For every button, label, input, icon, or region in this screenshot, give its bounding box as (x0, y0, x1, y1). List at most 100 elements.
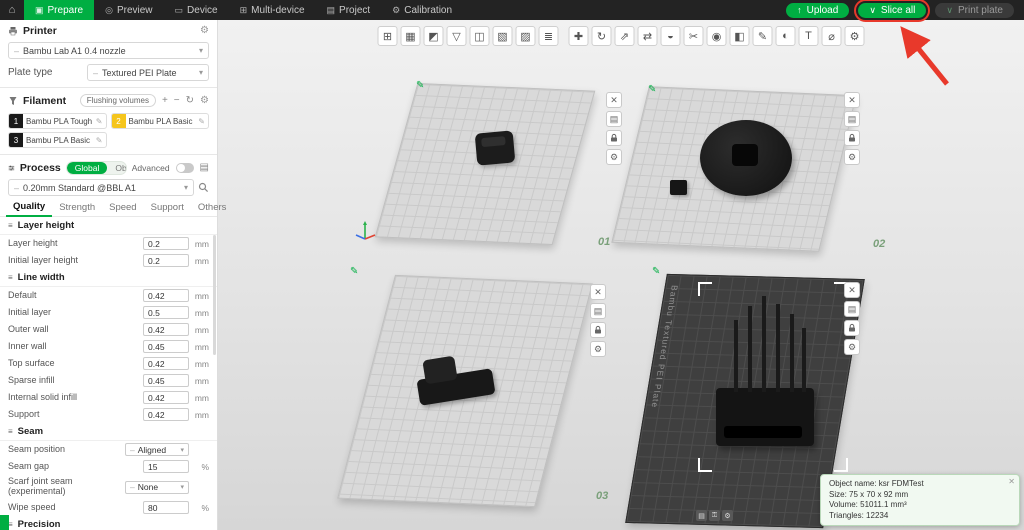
param-input[interactable]: 0.42 (143, 289, 189, 302)
section-layer-height[interactable]: ≡Layer height (0, 217, 217, 235)
plate-gear-icon[interactable]: ⚙ (722, 510, 733, 521)
close-icon[interactable]: ✕ (1008, 477, 1015, 488)
text-tool-icon[interactable]: T (799, 26, 819, 46)
tab-preview[interactable]: ◎Preview (94, 0, 163, 20)
color-painting-icon[interactable]: ◧ (730, 26, 750, 46)
section-precision[interactable]: ≡Precision (0, 516, 217, 530)
param-input[interactable]: 80 (143, 501, 189, 514)
plate-gear-icon[interactable]: ⚙ (844, 339, 860, 355)
tab-speed[interactable]: Speed (102, 202, 143, 216)
param-input[interactable]: 0.45 (143, 374, 189, 387)
tab-calibration[interactable]: ⚙Calibration (381, 0, 463, 20)
filament-settings-icon[interactable]: ⚙ (200, 95, 209, 106)
delete-plate-icon[interactable]: ✕ (844, 92, 860, 108)
mirror-icon[interactable]: ⇄ (638, 26, 658, 46)
filament-1-color-chip[interactable]: 1 (9, 114, 23, 128)
plate-type-select[interactable]: – Textured PEI Plate ▾ (87, 64, 209, 81)
filament-item-1[interactable]: 1 Bambu PLA Tough ✎ (8, 113, 107, 129)
advanced-toggle[interactable] (176, 163, 194, 173)
edit-plate-name-icon[interactable]: ✎ (652, 266, 660, 277)
param-table-icon[interactable]: ▤ (200, 162, 209, 173)
process-preset-select[interactable]: – 0.20mm Standard @BBL A1 ▾ (8, 179, 194, 196)
tab-multi-device[interactable]: ⊞Multi-device (229, 0, 316, 20)
param-input[interactable]: 0.45 (143, 340, 189, 353)
assembly-icon[interactable]: ⚙ (845, 26, 865, 46)
support-painting-icon[interactable]: ✎ (753, 26, 773, 46)
measure-icon[interactable]: ⌀ (822, 26, 842, 46)
seam-position-select[interactable]: –Aligned▾ (125, 443, 189, 456)
section-seam[interactable]: ≡Seam (0, 423, 217, 441)
mesh-boolean-icon[interactable]: ◉ (707, 26, 727, 46)
cut-icon[interactable]: ✂ (684, 26, 704, 46)
tab-quality[interactable]: Quality (6, 201, 52, 217)
plate-settings-icon[interactable]: ▤ (606, 111, 622, 127)
delete-plate-icon[interactable]: ✕ (590, 284, 606, 300)
delete-plate-icon[interactable]: ✕ (844, 282, 860, 298)
seam-painting-icon[interactable]: ◐ (776, 26, 796, 46)
upload-button[interactable]: ↑Upload (786, 3, 849, 18)
tab-device[interactable]: ▭Device (164, 0, 229, 20)
home-button[interactable]: ⌂ (0, 0, 24, 20)
param-input[interactable]: 0.42 (143, 408, 189, 421)
plate-gear-icon[interactable]: ⚙ (606, 149, 622, 165)
flushing-volumes-button[interactable]: Flushing volumes (80, 94, 156, 107)
printer-preset-select[interactable]: – Bambu Lab A1 0.4 nozzle ▾ (8, 42, 209, 59)
search-icon[interactable] (198, 182, 209, 193)
plate-settings-icon[interactable]: ▤ (696, 510, 707, 521)
lock-plate-icon[interactable]: ⚿ (709, 510, 720, 521)
scope-global[interactable]: Global (67, 162, 108, 174)
plate-gear-icon[interactable]: ⚙ (590, 341, 606, 357)
print-plate-button[interactable]: ∨Print plate (935, 3, 1014, 18)
duplicate-icon[interactable]: ◫ (470, 26, 490, 46)
scope-objects[interactable]: Objects (107, 162, 126, 174)
param-input[interactable]: 0.42 (143, 357, 189, 370)
sync-filament-icon[interactable]: ↻ (186, 95, 194, 106)
tab-others[interactable]: Others (191, 202, 234, 216)
lock-plate-icon[interactable] (844, 130, 860, 146)
lock-plate-icon[interactable] (606, 130, 622, 146)
filament-item-2[interactable]: 2 Bambu PLA Basic ✎ (111, 113, 210, 129)
auto-orient-icon[interactable]: ◩ (424, 26, 444, 46)
plate-settings-icon[interactable]: ▤ (844, 111, 860, 127)
model-object-2b[interactable] (670, 180, 687, 195)
model-object-1[interactable] (475, 130, 516, 165)
printer-settings-icon[interactable]: ⚙ (200, 25, 209, 36)
move-icon[interactable]: ✚ (569, 26, 589, 46)
slice-all-button[interactable]: ∨Slice all (858, 3, 926, 18)
scarf-joint-select[interactable]: –None▾ (125, 481, 189, 494)
delete-plate-icon[interactable]: ✕ (606, 92, 622, 108)
add-filament-icon[interactable]: + (162, 95, 168, 106)
add-plate-icon[interactable]: ⊞ (378, 26, 398, 46)
param-input[interactable]: 0.2 (143, 254, 189, 267)
edit-filament-icon[interactable]: ✎ (96, 136, 103, 145)
filament-item-3[interactable]: 3 Bambu PLA Basic ✎ (8, 132, 107, 148)
tab-strength[interactable]: Strength (52, 202, 102, 216)
split-to-parts-icon[interactable]: ▨ (516, 26, 536, 46)
filament-2-color-chip[interactable]: 2 (112, 114, 126, 128)
param-input[interactable]: 0.42 (143, 323, 189, 336)
plate-settings-icon[interactable]: ▤ (590, 303, 606, 319)
process-scope-toggle[interactable]: Global Objects (66, 161, 127, 175)
edit-filament-icon[interactable]: ✎ (96, 117, 103, 126)
lock-plate-icon[interactable] (590, 322, 606, 338)
sidebar-scrollbar[interactable] (213, 235, 216, 355)
edit-filament-icon[interactable]: ✎ (198, 117, 205, 126)
param-input[interactable]: 0.5 (143, 306, 189, 319)
remove-filament-icon[interactable]: − (174, 95, 180, 106)
lay-on-face-icon[interactable]: ◒ (661, 26, 681, 46)
edit-plate-name-icon[interactable]: ✎ (416, 80, 424, 91)
variable-layer-height-icon[interactable]: ≣ (539, 26, 559, 46)
param-input[interactable]: 0.2 (143, 237, 189, 250)
edit-plate-name-icon[interactable]: ✎ (350, 266, 358, 277)
rotate-icon[interactable]: ↻ (592, 26, 612, 46)
plate-settings-icon[interactable]: ▤ (844, 301, 860, 317)
model-object-3b[interactable] (422, 356, 457, 385)
tab-support[interactable]: Support (144, 202, 191, 216)
tab-project[interactable]: ▤Project (316, 0, 382, 20)
arrange-all-icon[interactable]: ▦ (401, 26, 421, 46)
flatten-icon[interactable]: ▽ (447, 26, 467, 46)
filament-3-color-chip[interactable]: 3 (9, 133, 23, 147)
tab-prepare[interactable]: ▣Prepare (24, 0, 94, 20)
param-input[interactable]: 15 (143, 460, 189, 473)
viewport[interactable]: ⊞ ▦ ◩ ▽ ◫ ▧ ▨ ≣ ✚ ↻ ⇗ ⇄ ◒ ✂ ◉ ◧ ✎ ◐ T ⌀ … (218, 20, 1024, 530)
